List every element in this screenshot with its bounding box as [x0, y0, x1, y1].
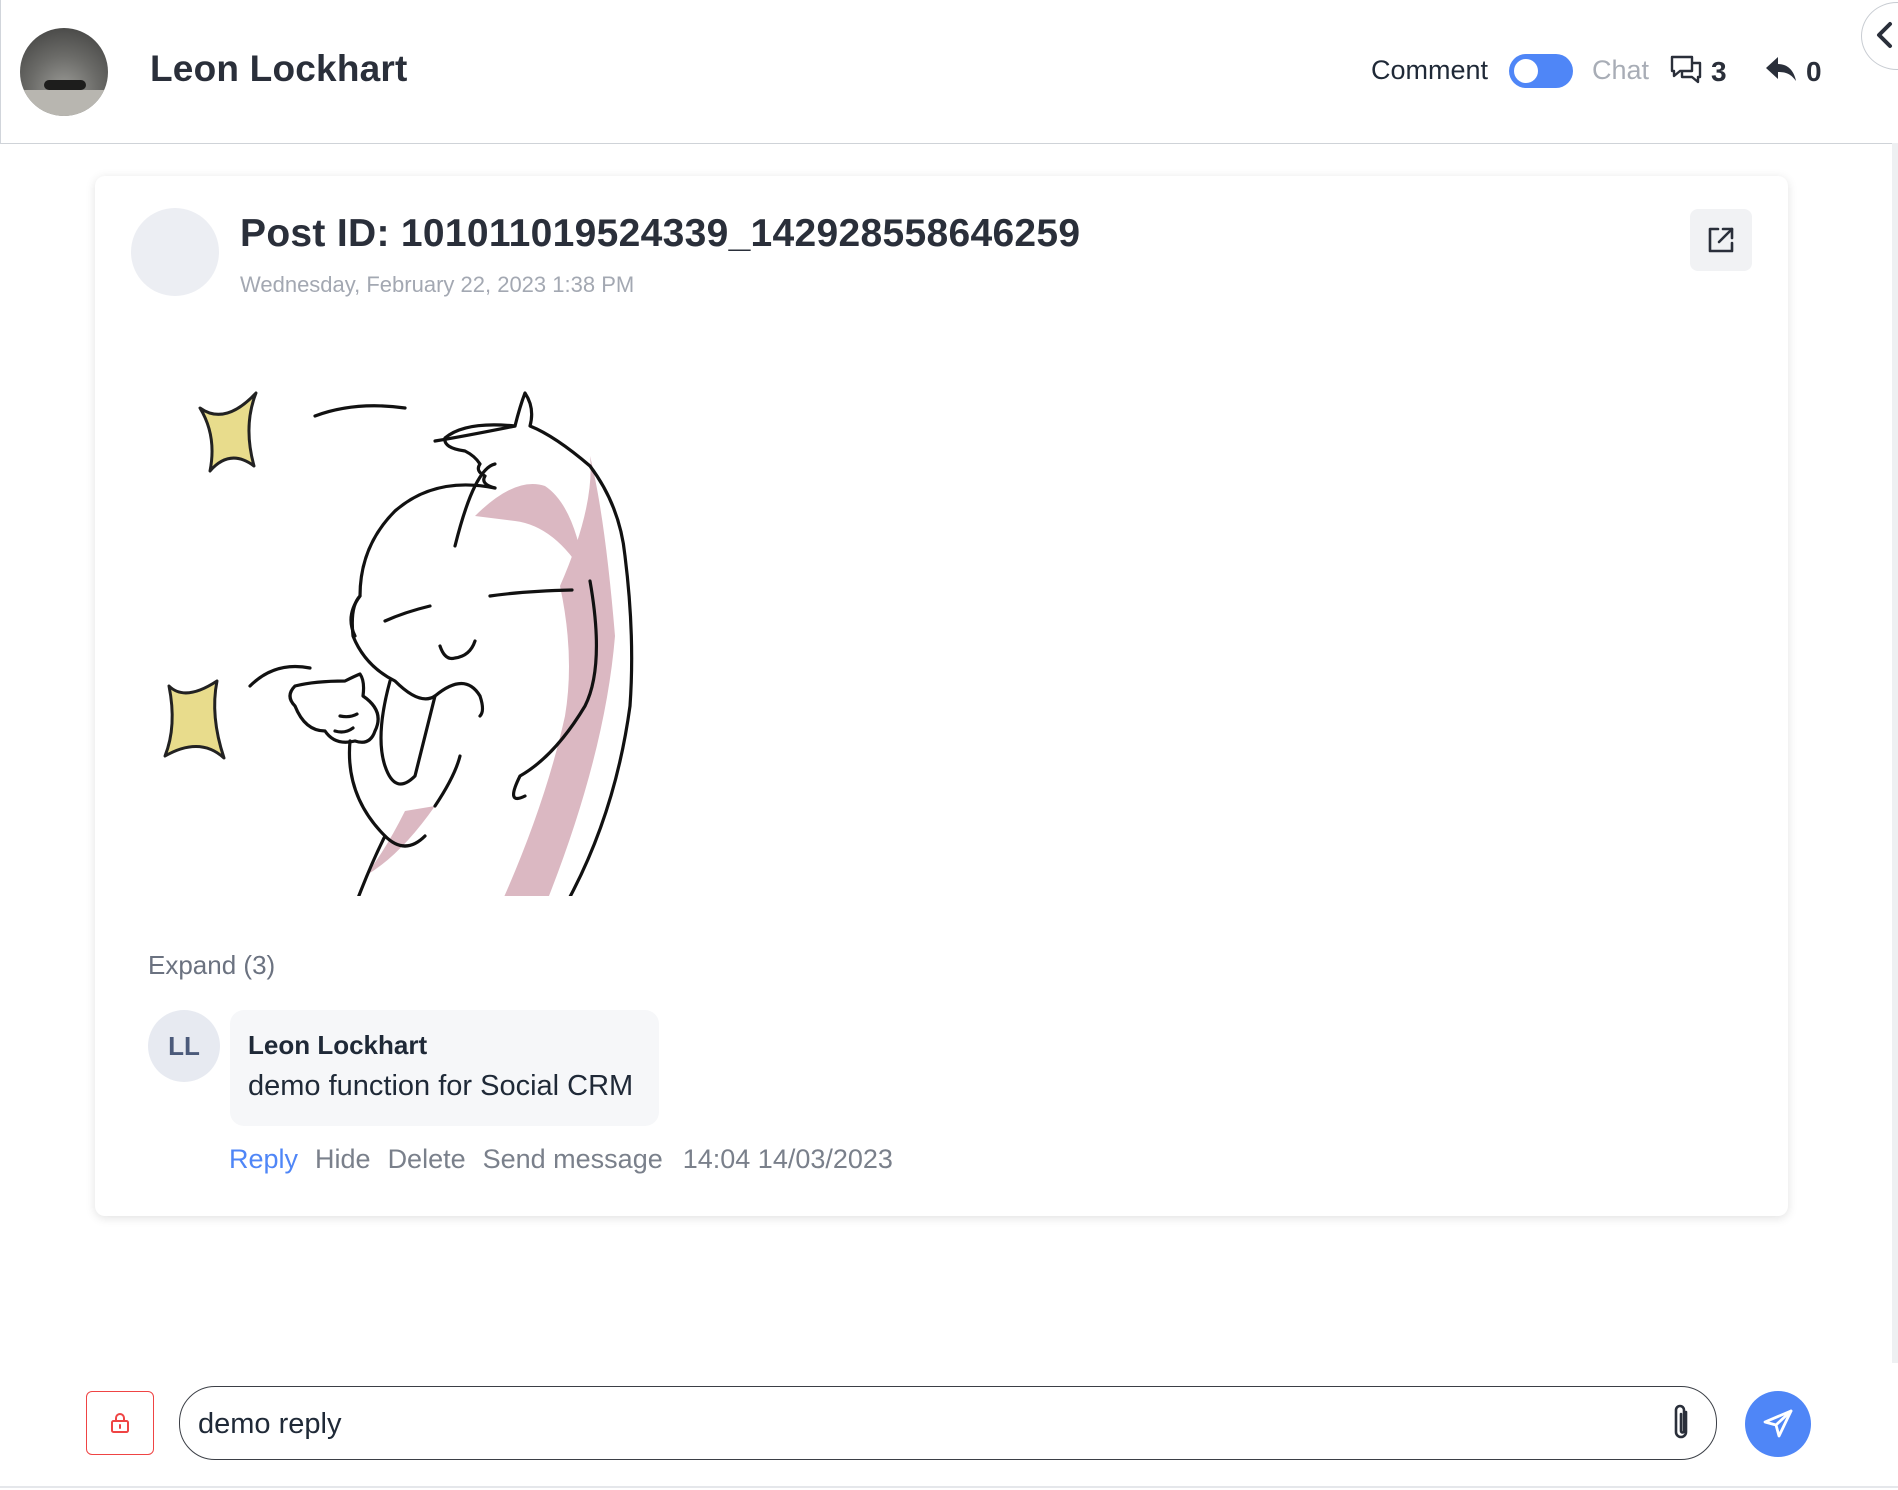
post-card: Post ID: 101011019524339_142928558646259…: [95, 176, 1788, 1216]
comment-author: Leon Lockhart: [248, 1030, 428, 1060]
mode-chat-label: Chat: [1592, 55, 1650, 85]
paperclip-icon[interactable]: [1667, 1402, 1695, 1449]
comment-count-stat: 3: [1669, 52, 1727, 92]
reply-input[interactable]: [196, 1387, 1640, 1461]
contact-avatar: [20, 28, 108, 116]
comment-actions: Reply Hide Delete Send message 14:04 14/…: [229, 1144, 893, 1175]
comment-author-avatar: LL: [148, 1010, 220, 1082]
send-message-action[interactable]: Send message: [483, 1144, 663, 1175]
send-button[interactable]: [1745, 1391, 1811, 1457]
chat-bubbles-icon: [1669, 54, 1703, 91]
page-avatar: [131, 208, 219, 296]
comment-count: 3: [1711, 56, 1727, 87]
post-date: Wednesday, February 22, 2023 1:38 PM: [240, 272, 635, 297]
expand-comments-link[interactable]: Expand (3): [148, 950, 275, 981]
comment-bubble: Leon Lockhart demo function for Social C…: [230, 1010, 659, 1126]
reply-action[interactable]: Reply: [229, 1144, 298, 1175]
reply-count: 0: [1806, 56, 1822, 87]
collapse-panel-button[interactable]: [1861, 2, 1898, 70]
reply-count-stat: 0: [1764, 52, 1822, 92]
comment-text: demo function for Social CRM: [248, 1070, 634, 1102]
toggle-knob: [1514, 59, 1538, 83]
mode-comment-label: Comment: [1371, 55, 1489, 85]
open-post-button[interactable]: [1690, 209, 1752, 271]
reply-input-container: [179, 1386, 1717, 1461]
contact-name: Leon Lockhart: [150, 48, 408, 89]
scrollbar-track[interactable]: [1892, 143, 1898, 1363]
comment-chat-toggle[interactable]: [1509, 54, 1573, 88]
reply-arrow-icon: [1764, 54, 1798, 91]
bottom-divider: [0, 1486, 1898, 1488]
post-sticker-image: [135, 336, 735, 908]
hide-action[interactable]: Hide: [315, 1144, 371, 1175]
delete-action[interactable]: Delete: [388, 1144, 466, 1175]
comment-timestamp: 14:04 14/03/2023: [682, 1144, 893, 1174]
post-title: Post ID: 101011019524339_142928558646259: [240, 212, 1081, 255]
private-reply-lock-button[interactable]: [86, 1391, 154, 1455]
conversation-header: Leon Lockhart Comment Chat 3 0: [0, 0, 1898, 144]
